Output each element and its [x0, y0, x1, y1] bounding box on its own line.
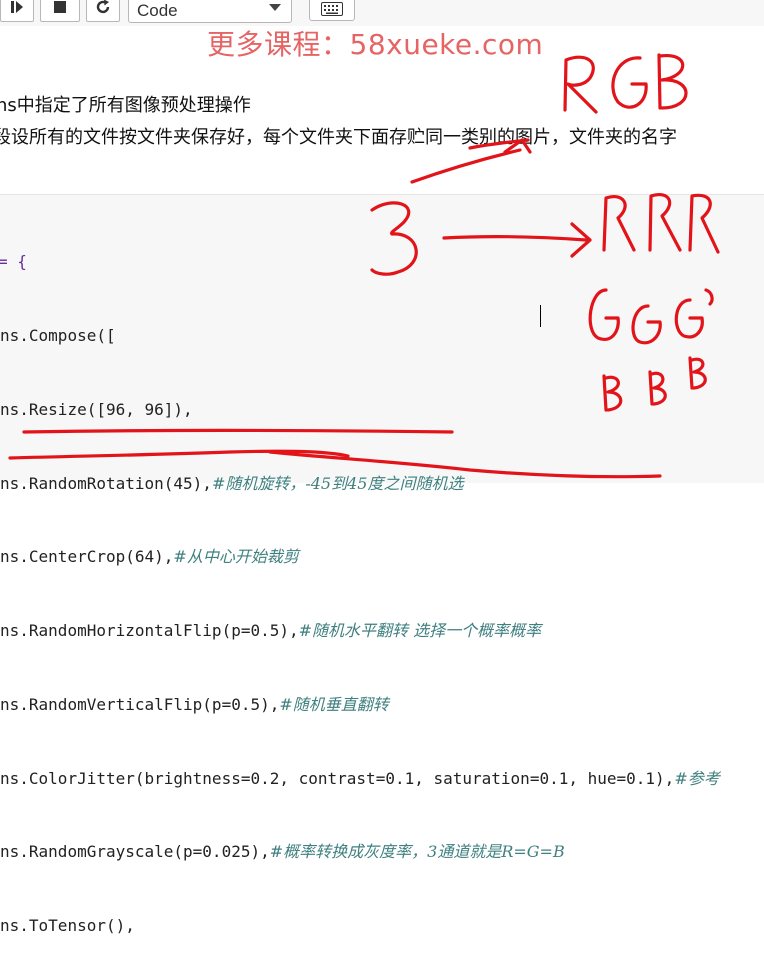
- code-line-open: = {: [0, 250, 720, 275]
- code-comment: #随机水平翻转 选择一个概率概率: [298, 621, 542, 641]
- stop-icon: [54, 1, 66, 13]
- code-editor[interactable]: = { ns.Compose([ ns.Resize([96, 96]), ns…: [0, 201, 720, 964]
- code-prefix: ns.: [0, 473, 29, 493]
- code-line: ns.ColorJitter(brightness=0.2, contrast=…: [0, 767, 720, 792]
- chevron-down-icon: [269, 4, 281, 11]
- code-prefix: ns.: [0, 768, 29, 788]
- code-cell[interactable]: = { ns.Compose([ ns.Resize([96, 96]), ns…: [0, 194, 764, 935]
- refresh-icon: [96, 0, 110, 14]
- interrupt-kernel-button[interactable]: [40, 0, 80, 22]
- code-line: ns.RandomVerticalFlip(p=0.5),#随机垂直翻转: [0, 693, 720, 718]
- code-call: RandomRotation(45),: [28, 473, 212, 493]
- code-prefix: ns.: [0, 916, 29, 936]
- code-call: RandomHorizontalFlip(p=0.5),: [28, 621, 299, 641]
- code-comment: #随机旋转，-45到45度之间随机选: [211, 473, 464, 493]
- run-cell-button[interactable]: [0, 0, 34, 22]
- markdown-line-2: 段设所有的文件按文件夹保存好，每个文件夹下面存贮同一类别的图片，文件夹的名字: [0, 127, 677, 148]
- code-comment: #随机垂直翻转: [279, 694, 389, 714]
- code-line: ns.Compose([: [0, 324, 720, 349]
- code-line: ns.RandomHorizontalFlip(p=0.5),#随机水平翻转 选…: [0, 619, 720, 644]
- code-call: ToTensor(),: [28, 916, 135, 936]
- step-forward-icon: [11, 1, 23, 13]
- markdown-line-1: ns中指定了所有图像预处理操作: [0, 95, 251, 116]
- code-comment: #从中心开始裁剪: [173, 547, 299, 567]
- text-cursor: [540, 305, 541, 327]
- code-call: CenterCrop(64),: [28, 547, 174, 567]
- code-comment: #参考: [674, 768, 720, 788]
- code-call: Compose([: [28, 325, 116, 345]
- code-call: Resize([96, 96]),: [28, 399, 193, 419]
- code-call: ColorJitter(brightness=0.2, contrast=0.1…: [28, 768, 675, 788]
- restart-kernel-button[interactable]: [86, 0, 120, 22]
- code-line: ns.CenterCrop(64),#从中心开始裁剪: [0, 545, 720, 570]
- code-prefix: ns.: [0, 842, 29, 862]
- code-prefix: ns.: [0, 547, 29, 567]
- command-palette-button[interactable]: [309, 0, 355, 21]
- code-prefix: ns.: [0, 621, 29, 641]
- cell-type-select[interactable]: Code: [128, 0, 292, 23]
- code-call: RandomVerticalFlip(p=0.5),: [28, 694, 280, 714]
- code-prefix: ns.: [0, 399, 29, 419]
- code-line: ns.ToTensor(),: [0, 914, 720, 939]
- markdown-cell[interactable]: ns中指定了所有图像预处理操作 段设所有的文件按文件夹保存好，每个文件夹下面存贮…: [0, 90, 764, 154]
- code-line: ns.Resize([96, 96]),: [0, 398, 720, 423]
- code-line: ns.RandomRotation(45),#随机旋转，-45到45度之间随机选: [0, 472, 720, 497]
- keyboard-icon: [321, 2, 343, 16]
- watermark-text: 更多课程：58xueke.com: [207, 28, 544, 61]
- code-text: = {: [0, 252, 27, 272]
- cell-type-value: Code: [137, 1, 178, 20]
- code-comment: #概率转换成灰度率，3通道就是R=G=B: [269, 842, 565, 862]
- code-line: ns.RandomGrayscale(p=0.025),#概率转换成灰度率，3通…: [0, 840, 720, 865]
- code-prefix: ns.: [0, 694, 29, 714]
- code-prefix: ns.: [0, 325, 29, 345]
- code-call: RandomGrayscale(p=0.025),: [28, 842, 270, 862]
